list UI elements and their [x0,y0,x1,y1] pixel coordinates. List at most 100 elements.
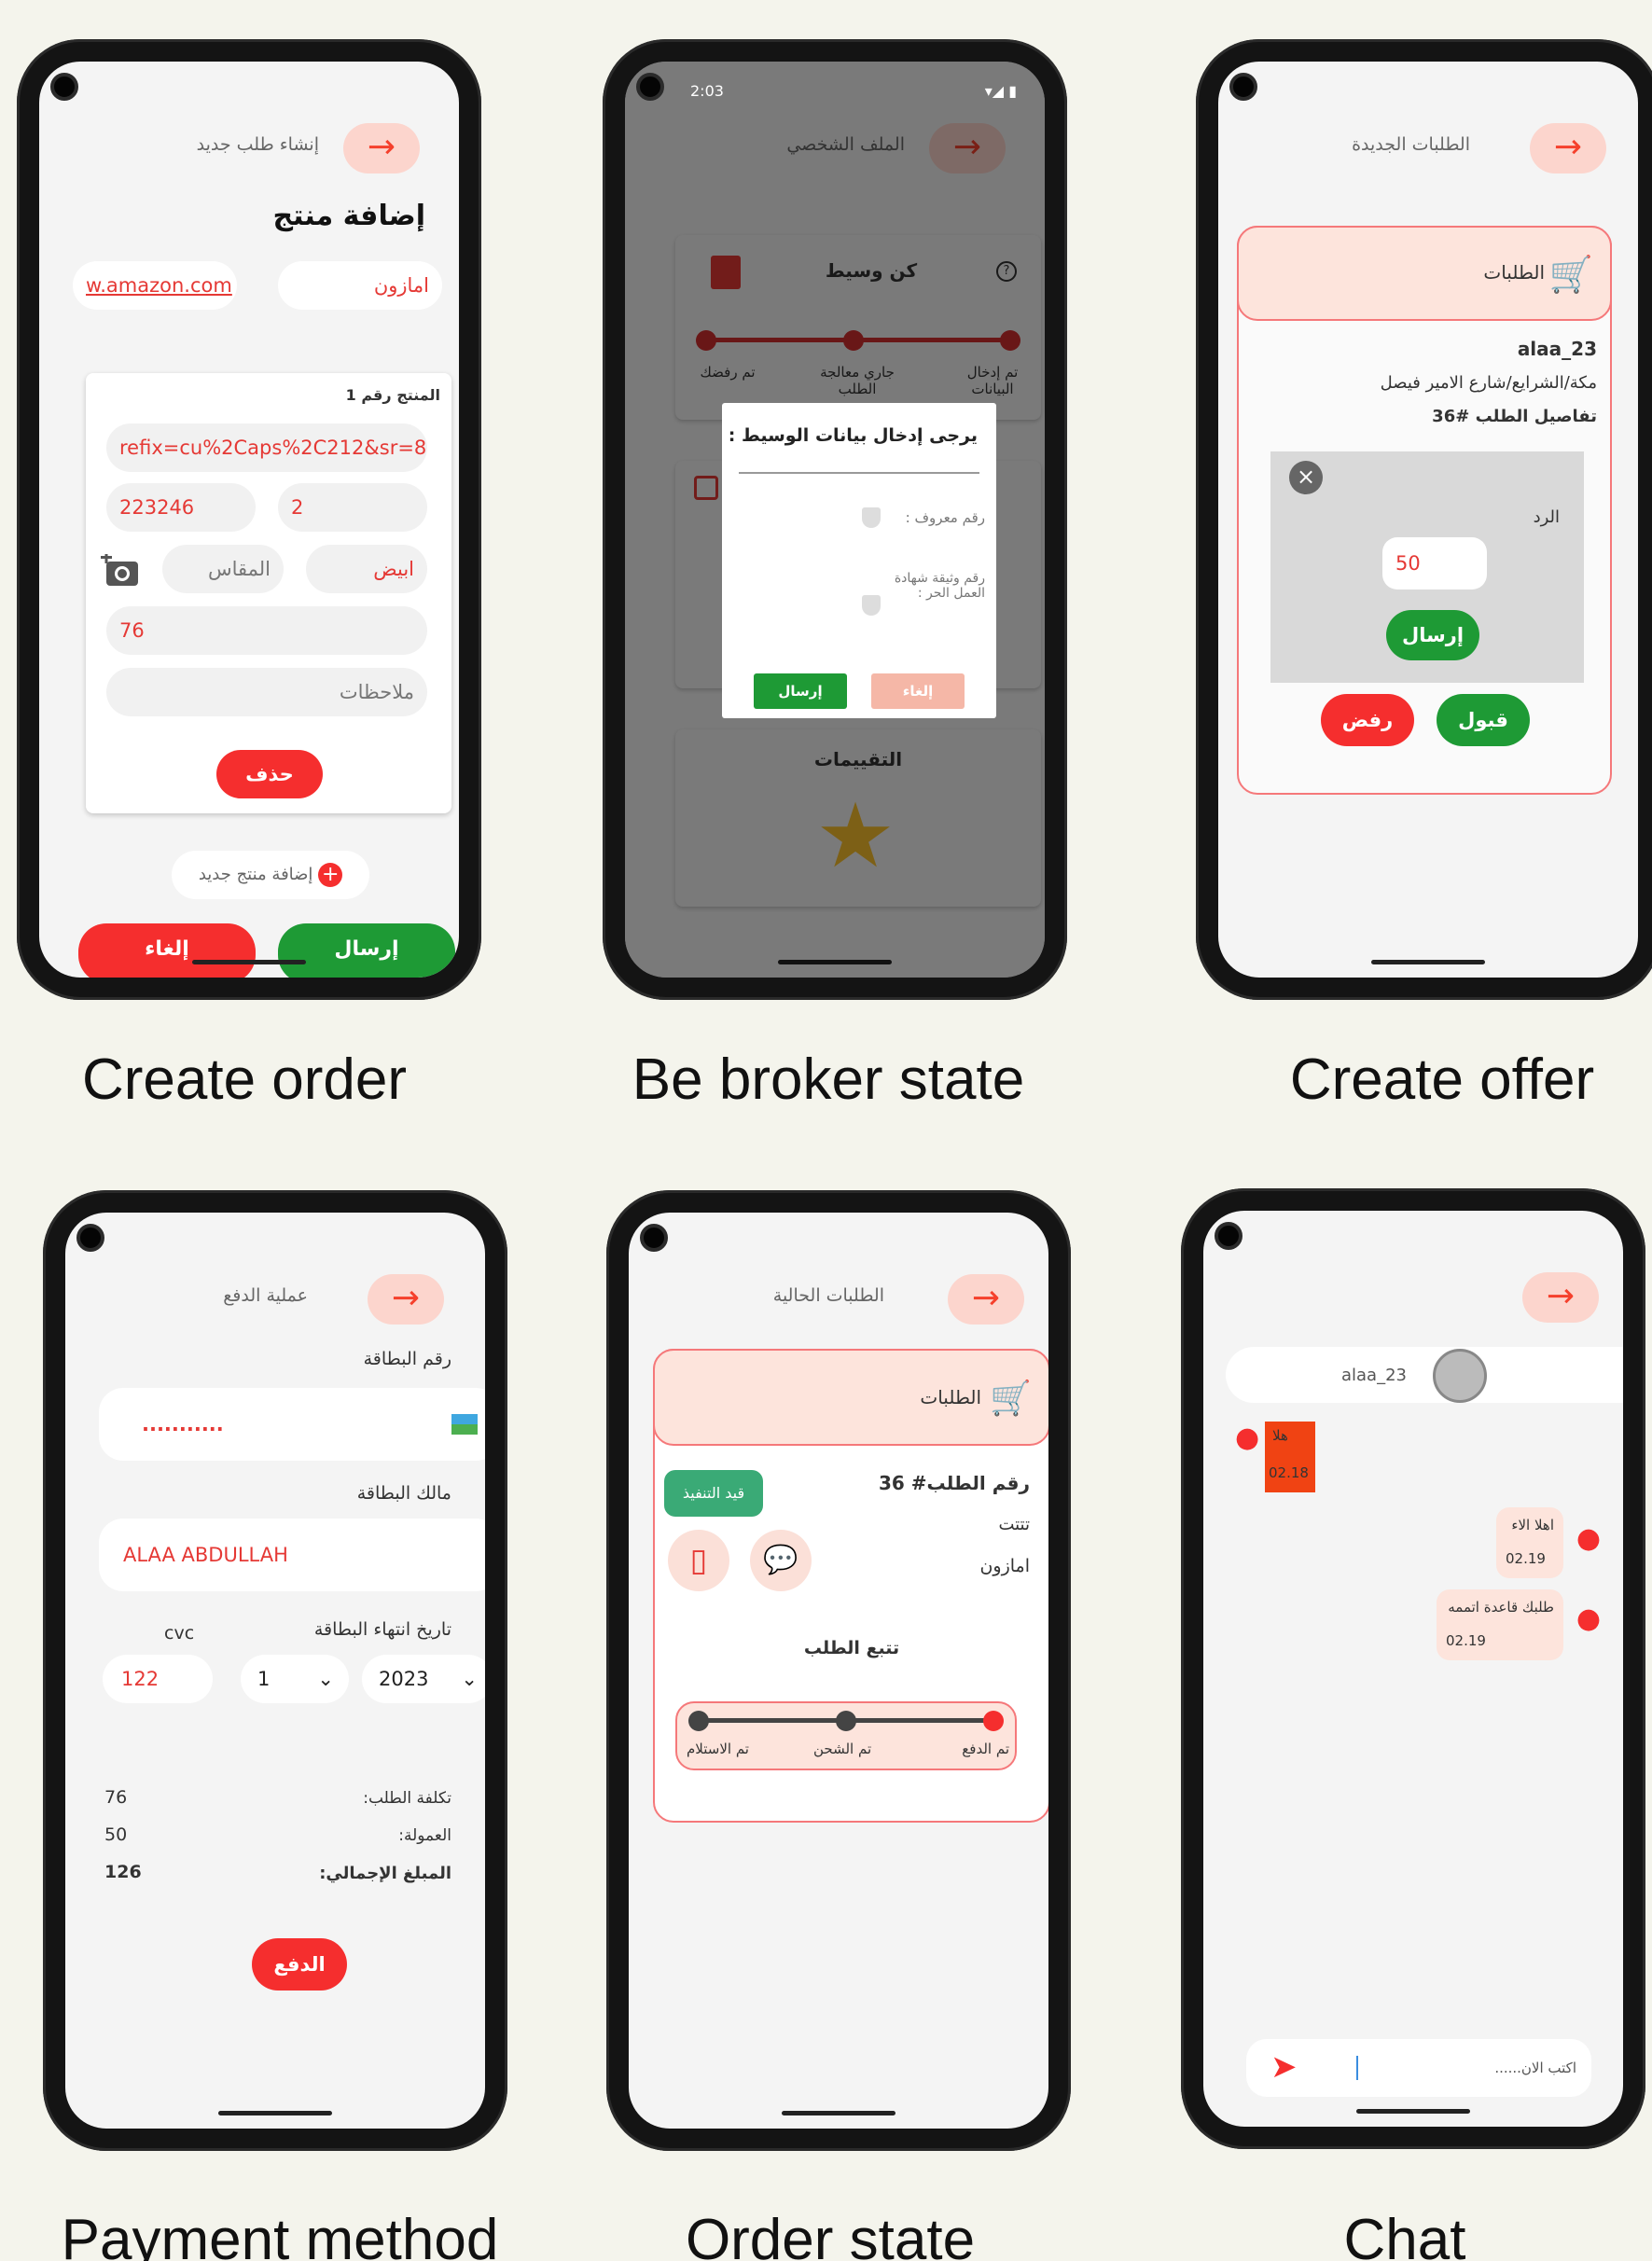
payment-screen: عملية الدفع → رقم البطاقة ........... ما… [65,1213,485,2129]
back-arrow-icon[interactable]: → [1530,123,1606,173]
chat-bubble-icon[interactable]: 💬 [750,1530,812,1591]
orders-box-header: 🛒 الطلبات [653,1349,1048,1446]
user-icon: ● [1576,1602,1601,1635]
caption-chat: Chat [1343,2208,1466,2261]
back-arrow-icon[interactable]: → [1522,1272,1599,1323]
card-number-label: رقم البطاقة [363,1349,451,1369]
product-link-field[interactable]: refix=cu%2Caps%2C212&sr=8-5 [106,423,427,472]
month-value: 1 [257,1668,271,1690]
dialog-send-button[interactable]: إرسال [754,673,847,709]
page-title: عملية الدفع [223,1285,308,1306]
size-field[interactable]: المقاس [162,545,284,593]
year-select[interactable]: 2023 ⌄ [362,1655,485,1703]
phone-create-offer: الطلبات الجديدة → 🛒 الطلبات alaa_23 مكة/… [1196,39,1652,1000]
phone-payment: عملية الدفع → رقم البطاقة ........... ما… [43,1190,507,2151]
track-title: تتبع الطلب [803,1638,900,1658]
order-details: تفاصيل الطلب #36 [1432,407,1597,426]
status-bar: 2:03 ▾◢ ▮ [690,82,1017,106]
quantity-field[interactable]: 2 [278,483,427,532]
cart-icon: 🛒 [990,1380,1032,1418]
header: الطلبات الجديدة → [1218,114,1638,179]
header: إنشاء طلب جديد → [39,114,459,179]
field-label-1: رقم معروف : [905,509,985,526]
offer-amount-field[interactable]: 50 [1382,537,1487,590]
home-indicator[interactable] [1371,960,1485,964]
phone-create-order: إنشاء طلب جديد → إضافة منتج w.amazon.com… [17,39,481,1000]
shield-icon [862,507,881,528]
track-step-2: تم الشحن [813,1741,872,1757]
home-indicator[interactable] [218,2111,332,2115]
close-icon[interactable]: × [1289,461,1323,494]
message-bubble-3: طلبك قاعدة اتممه 02.19 [1437,1589,1563,1660]
track-step-3: تم الاستلام [687,1741,749,1757]
status-badge: قيد التنفيذ [664,1470,763,1517]
card-owner-field[interactable]: ALAA ABDULLAH [99,1519,485,1591]
header: الطلبات الحالية → [629,1265,1048,1330]
dialog-cancel-button[interactable]: إلغاء [871,673,965,709]
product-label: المنتج رقم 1 [345,386,440,404]
message-bubble-2: اهلا الاء 02.19 [1496,1507,1563,1578]
caption-order-state: Order state [685,2208,976,2261]
orders-box-title: الطلبات [920,1386,981,1408]
camera-icon [76,1224,104,1252]
home-indicator[interactable] [1356,2109,1470,2114]
cvc-field[interactable]: 122 [103,1655,213,1703]
message-time: 02.19 [1446,1632,1486,1649]
broker-screen: 2:03▾◢ ▮ الملف الشخصي → كن وسيط ? تم إدخ… [625,62,1045,978]
chat-screen: → alaa_23 ● هلا 02.18 ● اهلا الاء 02.19 … [1203,1211,1623,2127]
send-button[interactable]: إرسال [278,923,455,978]
invoice-icon[interactable]: ▯ [668,1530,729,1591]
store-url-field[interactable]: w.amazon.com [73,261,237,310]
commission-label: العمولة: [398,1826,451,1845]
home-indicator[interactable] [192,960,306,964]
pay-button[interactable]: الدفع [252,1938,347,1991]
message-time: 02.19 [1506,1550,1546,1567]
accept-button[interactable]: قبول [1437,694,1530,746]
product-card: المنتج رقم 1 refix=cu%2Caps%2C212&sr=8-5… [86,373,451,813]
card-number-field[interactable]: ........... [99,1388,485,1461]
chat-header: alaa_23 [1226,1347,1623,1403]
field-label-2: رقم وثيقة شهادة العمل الحر : [894,571,985,601]
cart-icon: 🛒 [1548,254,1593,295]
back-arrow-icon[interactable]: → [948,1274,1024,1325]
cancel-button[interactable]: إلغاء [78,923,256,978]
status-time: 2:03 [690,82,724,100]
battery-icon: ▾◢ ▮ [984,82,1017,100]
home-indicator[interactable] [782,2111,895,2115]
caption-offer: Create offer [1289,1047,1595,1112]
track-dot-2 [836,1711,856,1731]
section-heading: إضافة منتج [272,200,425,232]
track-dot-1 [983,1711,1004,1731]
product-id-field[interactable]: 223246 [106,483,256,532]
message-bubble-1: هلا 02.18 [1265,1422,1315,1492]
add-product-button[interactable]: + إضافة منتج جديد [172,851,369,899]
tracking-bar: تم الدفع تم الشحن تم الاستلام [675,1701,1017,1770]
month-select[interactable]: 1 ⌄ [241,1655,349,1703]
delete-product-button[interactable]: حذف [216,750,323,798]
text-cursor [1356,2056,1358,2080]
expiry-label: تاريخ انتهاء البطاقة [313,1619,451,1640]
home-indicator[interactable] [778,960,892,964]
chevron-down-icon: ⌄ [317,1668,334,1690]
reject-button[interactable]: رفض [1321,694,1414,746]
page-title: الطلبات الجديدة [1352,134,1470,155]
order-address: مكة/الشرايع/شارع الامير فيصل [1380,373,1597,393]
message-input[interactable]: ➤ اكتب الان...... [1246,2039,1591,2097]
back-arrow-icon[interactable]: → [368,1274,444,1325]
offer-send-button[interactable]: إرسال [1386,610,1479,660]
card-number-value: ........... [142,1413,224,1436]
send-icon[interactable]: ➤ [1270,2048,1298,2086]
notes-field[interactable]: ملاحظات [106,668,427,716]
order-store: امازون [979,1556,1030,1576]
dialog-title: يرجى إدخال بيانات الوسيط : [728,425,978,446]
color-field[interactable]: ابيض [306,545,427,593]
price-field[interactable]: 76 [106,606,427,655]
add-photo-icon[interactable] [101,552,142,588]
store-name-field[interactable]: امازون [278,261,442,310]
order-cost-label: تكلفة الطلب: [363,1789,451,1808]
offer-dialog: × الرد 50 إرسال [1270,451,1584,683]
create-order-screen: إنشاء طلب جديد → إضافة منتج w.amazon.com… [39,62,459,978]
track-dot-3 [688,1711,709,1731]
offer-screen: الطلبات الجديدة → 🛒 الطلبات alaa_23 مكة/… [1218,62,1638,978]
back-arrow-icon[interactable]: → [343,123,420,173]
